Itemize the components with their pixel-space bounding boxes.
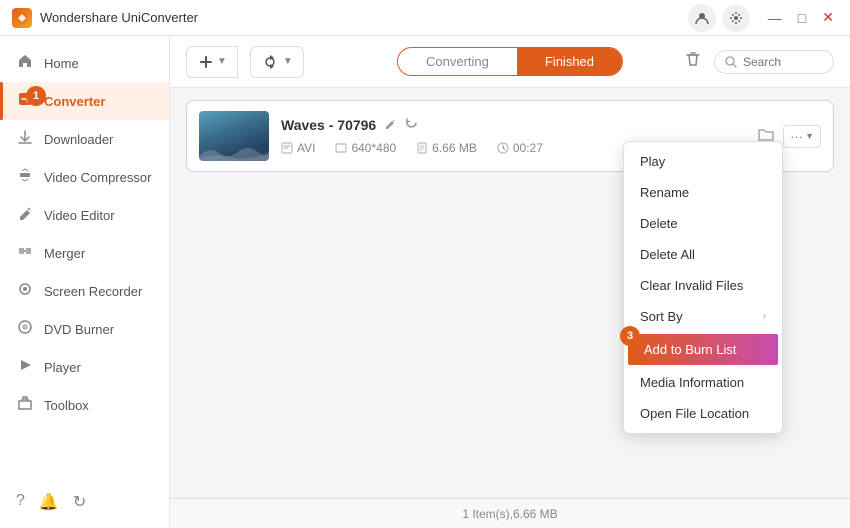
- sidebar-item-converter[interactable]: Converter 1: [0, 82, 169, 120]
- sidebar-item-dvd-burner[interactable]: DVD Burner: [0, 310, 169, 348]
- sidebar-item-screen-recorder[interactable]: Screen Recorder: [0, 272, 169, 310]
- format-meta: AVI: [281, 141, 315, 155]
- more-arrow-icon: ▼: [805, 131, 814, 141]
- sidebar-item-video-compressor[interactable]: Video Compressor: [0, 158, 169, 196]
- app-title: Wondershare UniConverter: [40, 10, 198, 25]
- search-box: [714, 50, 834, 74]
- menu-item-clear-invalid[interactable]: Clear Invalid Files: [624, 270, 782, 301]
- downloader-icon: [16, 129, 34, 149]
- context-menu: Play Rename Delete Delete All Clear Inva…: [623, 141, 783, 434]
- more-options-button[interactable]: ··· ▼: [783, 125, 821, 148]
- refresh-file-button[interactable]: [405, 117, 418, 133]
- top-bar-right: [680, 46, 834, 77]
- settings-button[interactable]: [722, 4, 750, 32]
- title-bar-right: — □ ✕: [688, 4, 838, 32]
- status-text: 1 Item(s),6.66 MB: [462, 507, 557, 521]
- menu-item-rename[interactable]: Rename: [624, 177, 782, 208]
- player-icon: [16, 357, 34, 377]
- resolution-meta: 640*480: [335, 141, 396, 155]
- size-meta: 6.66 MB: [416, 141, 477, 155]
- menu-item-delete[interactable]: Delete: [624, 208, 782, 239]
- menu-item-open-location[interactable]: Open File Location: [624, 398, 782, 429]
- menu-item-delete-all[interactable]: Delete All: [624, 239, 782, 270]
- convert-action-button[interactable]: ▼: [250, 46, 304, 78]
- sidebar-item-downloader[interactable]: Downloader: [0, 120, 169, 158]
- sidebar-bottom: ? 🔔 ↻: [0, 484, 169, 520]
- duration-meta: 00:27: [497, 141, 543, 155]
- top-bar: ▼ ▼ Converting Finished 2: [170, 36, 850, 88]
- help-icon[interactable]: ?: [16, 492, 25, 512]
- maximize-button[interactable]: □: [794, 8, 810, 28]
- converter-badge: 1: [26, 86, 46, 106]
- add-files-button[interactable]: ▼: [186, 46, 238, 78]
- refresh-icon[interactable]: ↻: [73, 492, 86, 512]
- format-icon: [281, 142, 293, 154]
- dvd-icon: [16, 319, 34, 339]
- toolbox-icon: [16, 395, 34, 415]
- sidebar-item-player[interactable]: Player: [0, 348, 169, 386]
- title-bar-left: Wondershare UniConverter: [12, 8, 198, 28]
- tab-finished[interactable]: Finished: [517, 48, 622, 75]
- file-title-row: Waves - 70796: [281, 117, 745, 133]
- menu-item-media-info[interactable]: Media Information: [624, 367, 782, 398]
- more-icon: ···: [790, 129, 803, 144]
- home-icon: [16, 53, 34, 73]
- burn-list-badge: 3: [620, 326, 640, 346]
- window-controls: — □ ✕: [764, 7, 838, 28]
- editor-icon: [16, 205, 34, 225]
- sidebar-item-merger[interactable]: Merger: [0, 234, 169, 272]
- title-bar: Wondershare UniConverter — □ ✕: [0, 0, 850, 36]
- content-area: ▼ ▼ Converting Finished 2: [170, 36, 850, 528]
- add-button-group: ▼: [186, 46, 238, 78]
- delete-button[interactable]: [680, 46, 706, 77]
- sidebar: Home Converter 1 Downloader Video Compre…: [0, 36, 170, 528]
- file-list-area: Waves - 70796 AVI: [170, 88, 850, 498]
- search-icon: [725, 56, 737, 68]
- file-name: Waves - 70796: [281, 117, 376, 133]
- sidebar-item-video-editor[interactable]: Video Editor: [0, 196, 169, 234]
- sort-by-arrow: ›: [763, 311, 766, 322]
- compressor-icon: [16, 167, 34, 187]
- tab-group: Converting Finished 2: [397, 47, 623, 76]
- status-bar: 1 Item(s),6.66 MB: [170, 498, 850, 528]
- minimize-button[interactable]: —: [764, 8, 786, 28]
- edit-filename-button[interactable]: [384, 117, 397, 133]
- app-logo: [12, 8, 32, 28]
- menu-item-play[interactable]: Play: [624, 146, 782, 177]
- close-button[interactable]: ✕: [818, 7, 838, 28]
- file-card: Waves - 70796 AVI: [186, 100, 834, 172]
- menu-item-add-to-burn[interactable]: 3 Add to Burn List: [628, 334, 778, 365]
- convert-button-group: ▼: [250, 46, 304, 78]
- tab-converting[interactable]: Converting: [398, 48, 517, 75]
- tab-finished-wrap: Finished 2: [517, 48, 622, 75]
- size-icon: [416, 142, 428, 154]
- main-layout: Home Converter 1 Downloader Video Compre…: [0, 36, 850, 528]
- duration-icon: [497, 142, 509, 154]
- sidebar-item-toolbox[interactable]: Toolbox: [0, 386, 169, 424]
- notification-icon[interactable]: 🔔: [39, 492, 59, 512]
- sidebar-item-home[interactable]: Home: [0, 44, 169, 82]
- resolution-icon: [335, 142, 347, 154]
- menu-item-sort-by[interactable]: Sort By ›: [624, 301, 782, 332]
- file-thumbnail: [199, 111, 269, 161]
- search-input[interactable]: [743, 55, 823, 69]
- merger-icon: [16, 243, 34, 263]
- recorder-icon: [16, 281, 34, 301]
- profile-button[interactable]: [688, 4, 716, 32]
- thumbnail-image: [199, 111, 269, 161]
